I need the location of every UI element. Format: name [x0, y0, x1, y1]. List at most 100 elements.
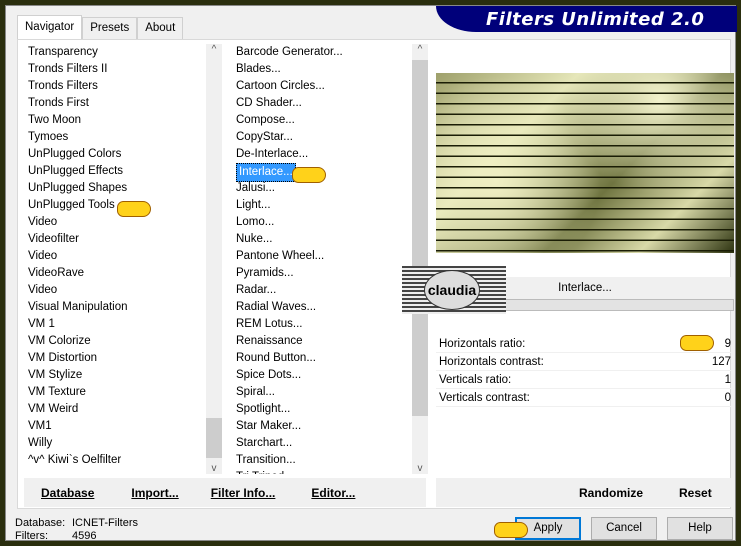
list-item-label: Tymoes: [28, 131, 69, 143]
list-item-label: Visual Manipulation: [28, 301, 128, 313]
param-verticals-contrast[interactable]: Verticals contrast: 0: [436, 389, 734, 407]
reset-button[interactable]: Reset: [679, 486, 712, 500]
list-item[interactable]: Radar...: [232, 282, 410, 299]
list-item[interactable]: Tronds Filters: [24, 78, 204, 95]
scroll-thumb[interactable]: [412, 60, 428, 416]
list-item[interactable]: Spiral...: [232, 384, 410, 401]
list-item[interactable]: Tri Tripod...: [232, 469, 410, 474]
list-item[interactable]: VM Colorize: [24, 333, 204, 350]
param-verticals-ratio[interactable]: Verticals ratio: 1: [436, 371, 734, 389]
filter-list[interactable]: Barcode Generator... Blades... Cartoon Cir…: [232, 44, 410, 474]
list-item[interactable]: Videofilter: [24, 231, 204, 248]
list-item-label: CopyStar...: [236, 131, 293, 143]
filters-label: Filters:: [15, 530, 48, 542]
category-scrollbar[interactable]: ^ v: [206, 44, 222, 474]
list-item[interactable]: CD Shader...: [232, 95, 410, 112]
list-item[interactable]: Nuke...: [232, 231, 410, 248]
import-button[interactable]: Import...: [131, 486, 178, 500]
list-item[interactable]: Transition...: [232, 452, 410, 469]
list-item[interactable]: Blades...: [232, 61, 410, 78]
scroll-down-icon[interactable]: v: [412, 463, 428, 474]
cancel-button[interactable]: Cancel: [591, 517, 657, 540]
list-item-label: Spotlight...: [236, 403, 291, 415]
param-horizontals-contrast[interactable]: Horizontals contrast: 127: [436, 353, 734, 371]
list-item-label: Spice Dots...: [236, 369, 302, 381]
list-item[interactable]: Renaissance: [232, 333, 410, 350]
list-item-label: Transparency: [28, 46, 98, 58]
list-item-label: VM 1: [28, 318, 55, 330]
list-item[interactable]: VM Distortion: [24, 350, 204, 367]
list-item-label: Nuke...: [236, 233, 273, 245]
param-value[interactable]: 0: [725, 389, 731, 406]
tab-about[interactable]: About: [137, 17, 184, 39]
list-item[interactable]: Cartoon Circles...: [232, 78, 410, 95]
list-item[interactable]: UnPlugged Tools: [24, 197, 204, 214]
editor-button[interactable]: Editor...: [311, 486, 355, 500]
list-item[interactable]: VideoRave: [24, 265, 204, 282]
list-item-label: Jalusi...: [236, 182, 275, 194]
list-item[interactable]: Barcode Generator...: [232, 44, 410, 61]
list-item[interactable]: Star Maker...: [232, 418, 410, 435]
list-item[interactable]: VM1: [24, 418, 204, 435]
list-item-label: UnPlugged Tools: [28, 199, 115, 211]
list-item[interactable]: Radial Waves...: [232, 299, 410, 316]
category-list[interactable]: Transparency Tronds Filters II Tronds Filt…: [24, 44, 204, 474]
tab-bar: Navigator Presets About: [17, 15, 184, 40]
tab-navigator[interactable]: Navigator: [17, 15, 83, 40]
list-item-label: De-Interlace...: [236, 148, 309, 160]
list-item[interactable]: VM Texture: [24, 384, 204, 401]
list-item[interactable]: UnPlugged Colors: [24, 146, 204, 163]
filter-info-button[interactable]: Filter Info...: [211, 486, 276, 500]
list-item[interactable]: Video: [24, 248, 204, 265]
list-item[interactable]: Light...: [232, 197, 410, 214]
param-value[interactable]: 127: [712, 353, 731, 370]
list-item[interactable]: Visual Manipulation: [24, 299, 204, 316]
list-item[interactable]: Pyramids...: [232, 265, 410, 282]
list-item[interactable]: Willy: [24, 435, 204, 452]
list-item[interactable]: Pantone Wheel...: [232, 248, 410, 265]
help-button[interactable]: Help: [667, 517, 733, 540]
list-item-label: Blades...: [236, 63, 281, 75]
pointing-hand-icon: [292, 167, 326, 183]
list-item[interactable]: Spotlight...: [232, 401, 410, 418]
list-item[interactable]: Lomo...: [232, 214, 410, 231]
list-item[interactable]: Video: [24, 282, 204, 299]
list-item[interactable]: Tymoes: [24, 129, 204, 146]
filters-count: 4596: [72, 530, 97, 542]
database-button[interactable]: Database: [41, 486, 94, 500]
scroll-up-icon[interactable]: ^: [412, 44, 428, 55]
param-value[interactable]: 1: [725, 371, 731, 388]
parameter-button-bar: Randomize Reset: [436, 478, 734, 507]
list-item[interactable]: UnPlugged Effects: [24, 163, 204, 180]
list-item[interactable]: Jalusi...: [232, 180, 410, 197]
list-item[interactable]: CopyStar...: [232, 129, 410, 146]
list-item[interactable]: Starchart...: [232, 435, 410, 452]
list-item[interactable]: Tronds Filters II: [24, 61, 204, 78]
list-item[interactable]: Round Button...: [232, 350, 410, 367]
filter-scrollbar[interactable]: ^ v: [412, 44, 428, 474]
scroll-up-icon[interactable]: ^: [206, 44, 222, 55]
list-item[interactable]: Spice Dots...: [232, 367, 410, 384]
list-item-label: Radar...: [236, 284, 277, 296]
list-item[interactable]: VM Weird: [24, 401, 204, 418]
list-item-label: Tri Tripod...: [236, 471, 294, 474]
list-item[interactable]: ^v^ Kiwi`s Oelfilter: [24, 452, 204, 469]
list-item[interactable]: UnPlugged Shapes: [24, 180, 204, 197]
list-item[interactable]: VM Stylize: [24, 367, 204, 384]
scroll-down-icon[interactable]: v: [206, 463, 222, 474]
list-item[interactable]: VM 1: [24, 316, 204, 333]
list-item[interactable]: De-Interlace...: [232, 146, 410, 163]
scroll-thumb[interactable]: [206, 418, 222, 458]
list-item[interactable]: Tronds First: [24, 95, 204, 112]
tab-presets[interactable]: Presets: [82, 17, 138, 39]
randomize-button[interactable]: Randomize: [579, 486, 643, 500]
list-item-label: VM Colorize: [28, 335, 91, 347]
list-item[interactable]: Two Moon: [24, 112, 204, 129]
list-item[interactable]: Transparency: [24, 44, 204, 61]
list-item[interactable]: REM Lotus...: [232, 316, 410, 333]
list-item[interactable]: Video: [24, 214, 204, 231]
database-value: ICNET-Filters: [72, 517, 138, 529]
list-item[interactable]: Compose...: [232, 112, 410, 129]
param-value[interactable]: 9: [725, 335, 731, 352]
list-item-label: Pantone Wheel...: [236, 250, 325, 262]
